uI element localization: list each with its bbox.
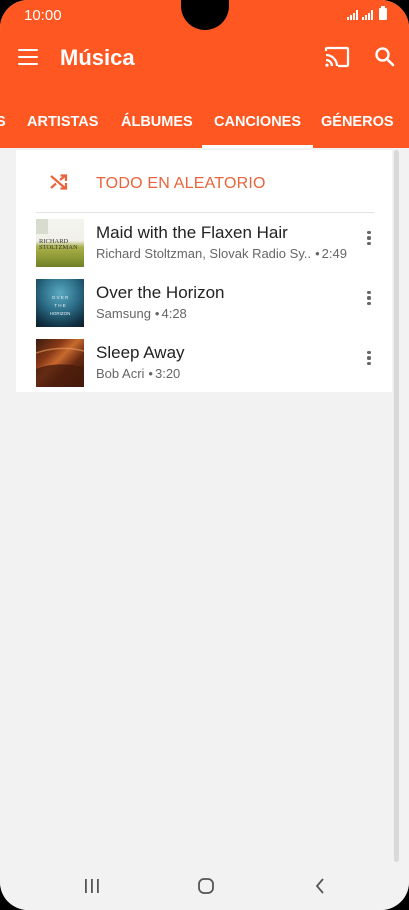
album-art-text: T H E — [54, 303, 65, 308]
phone-screen: 10:00 Música S ARTISTAS ÁLBUMES CANCIONE… — [0, 0, 409, 910]
meta-separator: • — [315, 246, 320, 261]
shuffle-all-button[interactable]: TODO EN ALEATORIO — [16, 150, 392, 213]
song-meta: Bob Acri • 3:20 — [96, 366, 180, 381]
tab-canciones[interactable]: CANCIONES — [201, 92, 314, 148]
song-row[interactable]: O V E R T H E HORIZON Over the Horizon S… — [16, 279, 392, 339]
more-options-icon[interactable] — [366, 231, 372, 251]
battery-icon — [379, 6, 387, 20]
signal-icon-2 — [362, 10, 373, 20]
search-icon[interactable] — [374, 46, 396, 68]
album-art-text: O V E R — [52, 295, 69, 300]
song-artist: Bob Acri — [96, 366, 145, 381]
scrollbar[interactable] — [394, 150, 399, 862]
song-artist: Samsung — [96, 306, 151, 321]
album-art: O V E R T H E HORIZON — [36, 279, 84, 327]
album-art-graphic: RICHARD STOLTZMAN — [36, 219, 78, 251]
tab-artistas[interactable]: ARTISTAS — [27, 92, 98, 148]
tab-bar: S ARTISTAS ÁLBUMES CANCIONES GÉNEROS — [0, 92, 409, 148]
navigation-bar — [0, 862, 409, 910]
signal-icon — [347, 10, 358, 20]
song-meta: Samsung • 4:28 — [96, 306, 187, 321]
song-row[interactable]: RICHARD STOLTZMAN Maid with the Flaxen H… — [16, 219, 392, 279]
back-icon[interactable] — [314, 878, 326, 894]
song-list-card: TODO EN ALEATORIO RICHARD STOLTZMAN Maid… — [16, 150, 392, 392]
divider — [36, 212, 374, 213]
album-art-text: HORIZON — [50, 311, 71, 316]
shuffle-all-label: TODO EN ALEATORIO — [96, 175, 266, 192]
song-meta: Richard Stoltzman, Slovak Radio Sy.. • 2:4… — [96, 246, 347, 261]
shuffle-icon — [50, 174, 68, 190]
tab-albumes[interactable]: ÁLBUMES — [121, 92, 193, 148]
album-art — [36, 339, 84, 387]
app-bar: Música — [0, 30, 409, 92]
song-duration: 3:20 — [154, 366, 181, 381]
song-title: Maid with the Flaxen Hair — [96, 223, 288, 242]
song-title: Sleep Away — [96, 343, 185, 362]
recent-apps-icon[interactable] — [84, 879, 100, 893]
song-duration: 4:28 — [161, 306, 187, 321]
status-bar: 10:00 — [0, 0, 409, 30]
more-options-icon[interactable] — [366, 291, 372, 311]
album-art-text: STOLTZMAN — [39, 244, 78, 251]
song-duration: 2:49 — [321, 246, 347, 261]
camera-notch — [181, 0, 229, 30]
song-title: Over the Horizon — [96, 283, 225, 302]
home-icon[interactable] — [198, 878, 214, 894]
tab-previous[interactable]: S — [0, 92, 6, 148]
more-options-icon[interactable] — [366, 351, 372, 371]
meta-separator: • — [148, 366, 153, 381]
status-icons — [347, 6, 387, 20]
menu-icon[interactable] — [18, 49, 38, 65]
album-art-graphic: O V E R T H E HORIZON — [50, 295, 71, 316]
song-artist: Richard Stoltzman, Slovak Radio Sy.. — [96, 246, 312, 261]
app-title: Música — [60, 45, 135, 70]
album-art-graphic — [36, 347, 84, 387]
tab-generos[interactable]: GÉNEROS — [321, 92, 394, 148]
status-time: 10:00 — [24, 7, 62, 24]
album-art: RICHARD STOLTZMAN — [36, 219, 84, 267]
cast-icon[interactable] — [324, 46, 350, 68]
meta-separator: • — [154, 306, 160, 321]
song-row[interactable]: Sleep Away Bob Acri • 3:20 — [16, 339, 392, 399]
